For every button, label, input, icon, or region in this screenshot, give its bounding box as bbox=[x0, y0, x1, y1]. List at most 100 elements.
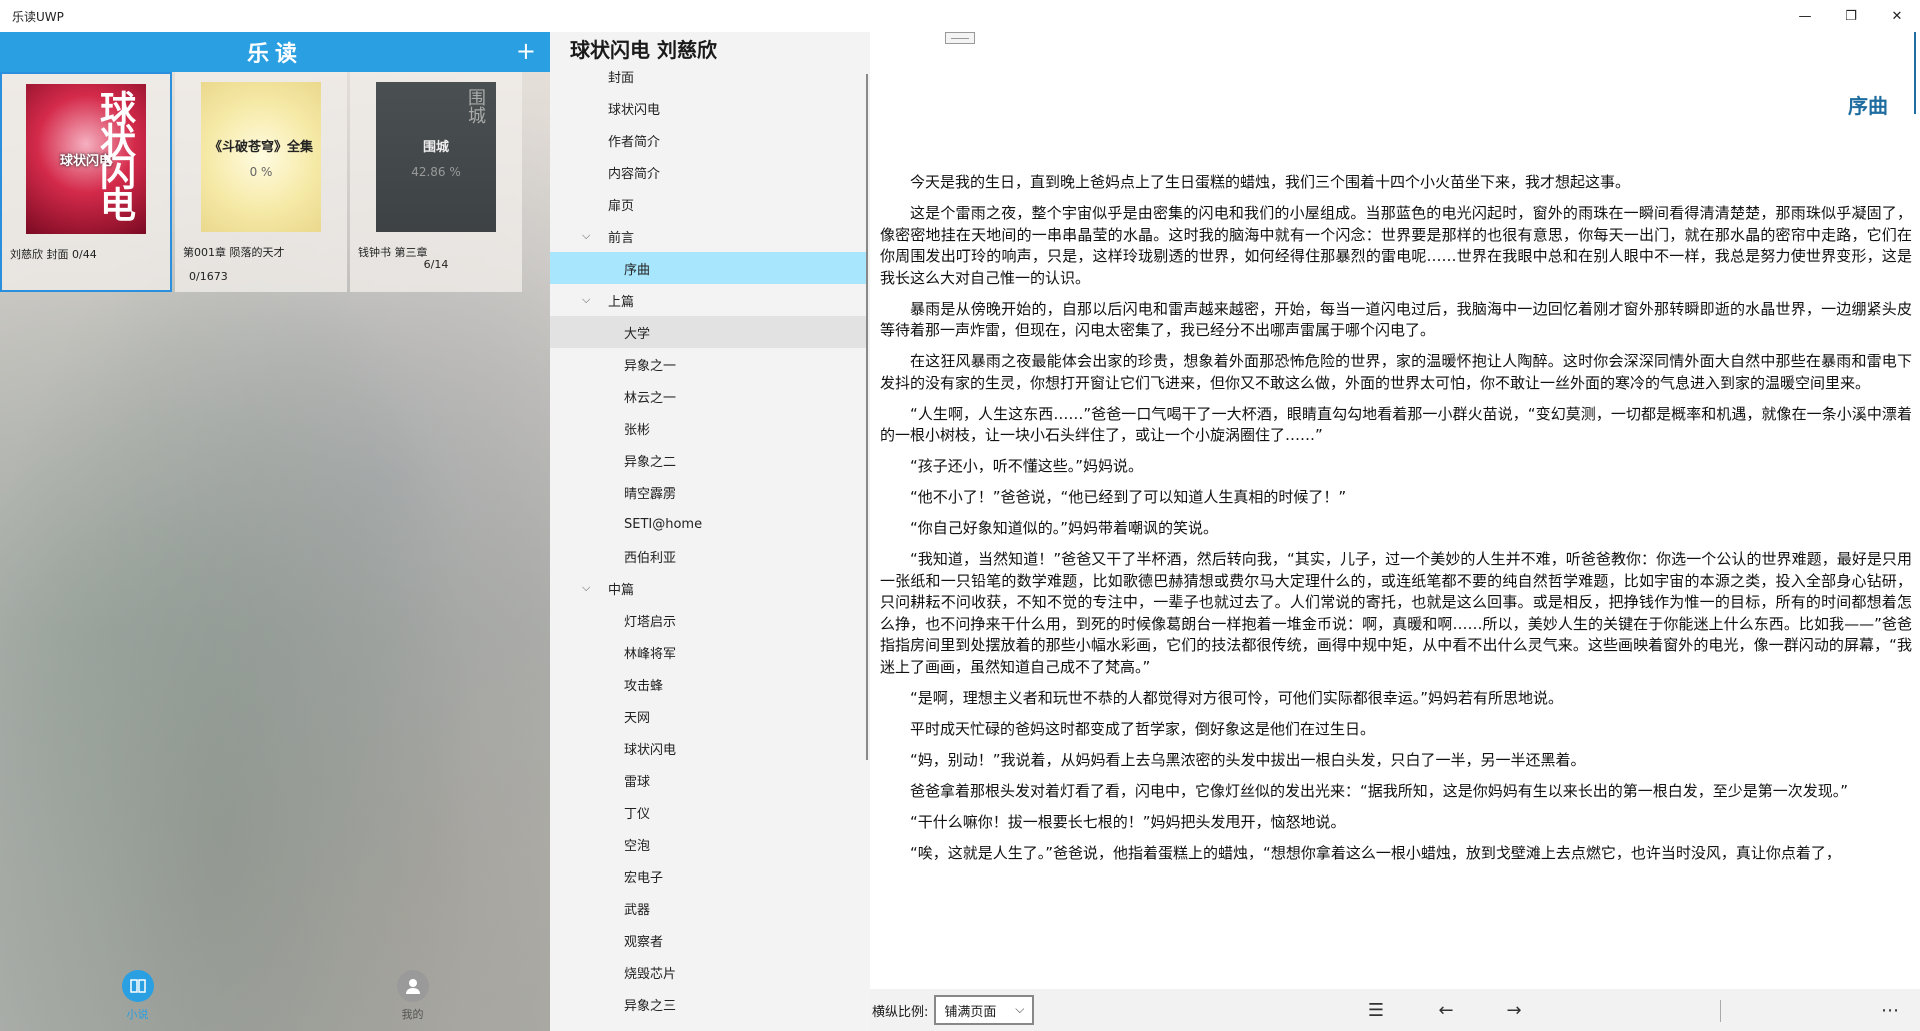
reader-pane: 序曲 今天是我的生日，直到晚上爸妈点上了生日蛋糕的蜡烛，我们三个围着十四个小火苗… bbox=[870, 32, 1920, 1031]
toc-item-label: 球状闪电 bbox=[624, 742, 677, 758]
toc-item[interactable]: 林云之一 bbox=[550, 380, 866, 412]
paragraph: 这是个雷雨之夜，整个宇宙似乎是由密集的闪电和我们的小屋组成。当那蓝色的电光闪起时… bbox=[880, 204, 1912, 287]
toc-item[interactable]: 天网 bbox=[550, 700, 866, 732]
toc-item[interactable]: 空泡 bbox=[550, 828, 866, 860]
toc-item[interactable]: 异象之二 bbox=[550, 444, 866, 476]
chevron-down-icon[interactable]: ⌵ bbox=[582, 229, 590, 243]
toc-item[interactable]: 灯塔启示 bbox=[550, 604, 866, 636]
book-cover: 围城 围城 42.86 % bbox=[376, 82, 496, 232]
toc-item-label: 宏电子 bbox=[624, 870, 664, 886]
library-header: 乐读 + bbox=[0, 32, 550, 72]
toc-item-label: 异象之二 bbox=[624, 454, 677, 470]
window-controls: — ❐ ✕ bbox=[1782, 0, 1920, 32]
toc-item-label: 张彬 bbox=[624, 422, 651, 438]
toc-item[interactable]: 异象之一 bbox=[550, 348, 866, 380]
toc-item[interactable]: 丁仪 bbox=[550, 796, 866, 828]
paragraph: 在这狂风暴雨之夜最能体会出家的珍贵，想象着外面那恐怖危险的世界，家的温暖怀抱让人… bbox=[880, 352, 1912, 392]
toc-item[interactable]: 张彬 bbox=[550, 412, 866, 444]
book-icon bbox=[121, 970, 154, 1002]
toc-item-label: 丁仪 bbox=[624, 806, 651, 822]
paragraph: 暴雨是从傍晚开始的，自那以后闪电和雷声越来越密，开始，每当一道闪电过后，我脑海中… bbox=[880, 299, 1912, 340]
nav-mine[interactable]: 我的 bbox=[275, 961, 550, 1031]
more-icon[interactable]: ⋯ bbox=[1872, 995, 1908, 1025]
aspect-ratio-label: 横纵比例: bbox=[872, 1004, 929, 1020]
bookshelf: 球状闪电 球状闪电 刘慈欣 封面 0/44 《斗破苍穹》全集 0 % 第001章… bbox=[0, 72, 525, 292]
library-title: 乐读 bbox=[246, 42, 303, 67]
toc-item-label: 序曲 bbox=[624, 262, 651, 278]
paragraph: “你自己好象知道似的。”妈妈带着嘲讽的笑说。 bbox=[910, 519, 1219, 537]
nav-label: 小说 bbox=[126, 1008, 149, 1021]
toc-item[interactable]: 雷球 bbox=[550, 764, 866, 796]
toc-item[interactable]: 内容简介 bbox=[550, 156, 866, 188]
paragraph: “我知道，当然知道！”爸爸又干了半杯酒，然后转向我，“其实，儿子，过一个美妙的人… bbox=[880, 550, 1912, 676]
nav-label: 我的 bbox=[401, 1008, 424, 1021]
toc-item-label: SETI@home bbox=[624, 516, 703, 532]
toc-item[interactable]: ⌵ 前言 bbox=[550, 220, 866, 252]
toc-item[interactable]: 武器 bbox=[550, 892, 866, 924]
cover-title: 围城 bbox=[422, 139, 449, 155]
book-progress-text: 6/14 bbox=[423, 258, 449, 271]
book-card[interactable]: 《斗破苍穹》全集 0 % 第001章 陨落的天才 0/1673 bbox=[175, 72, 347, 292]
title-bar: 乐读UWP — ❐ ✕ bbox=[0, 0, 1920, 32]
close-button[interactable]: ✕ bbox=[1874, 0, 1920, 32]
toc-item[interactable]: 烧毁芯片 bbox=[550, 956, 866, 988]
toc-item-label: 天网 bbox=[624, 710, 651, 726]
toc-item[interactable]: 宏电子 bbox=[550, 860, 866, 892]
toc-item-label: 中篇 bbox=[608, 582, 635, 598]
paragraph: 今天是我的生日，直到晚上爸妈点上了生日蛋糕的蜡烛，我们三个围着十四个小火苗坐下来… bbox=[910, 173, 1631, 191]
book-progress-text: 刘慈欣 封面 0/44 bbox=[10, 248, 97, 261]
chevron-down-icon[interactable]: ⌵ bbox=[582, 293, 590, 307]
toc-item-label: 上篇 bbox=[608, 294, 635, 310]
app-title: 乐读UWP bbox=[12, 9, 64, 24]
reader-toolbar: 横纵比例: 铺满页面 ⌵ ☰ ← → ⋯ bbox=[870, 989, 1920, 1031]
nav-novels[interactable]: 小说 bbox=[0, 961, 275, 1031]
minimize-button[interactable]: — bbox=[1782, 0, 1828, 32]
toc-item[interactable]: ⌵ 中篇 bbox=[550, 572, 866, 604]
toc-item-label: 雷球 bbox=[624, 774, 651, 790]
page-edge-line bbox=[1914, 32, 1916, 114]
aspect-ratio-value: 铺满页面 bbox=[944, 1004, 997, 1020]
paragraph: “干什么嘛你！拔一根要长七根的！”妈妈把头发甩开，恼怒地说。 bbox=[910, 812, 1346, 831]
toc-item[interactable]: 序曲 bbox=[550, 252, 866, 284]
book-card[interactable]: 围城 围城 42.86 % 钱钟书 第三章 6/14 bbox=[350, 72, 522, 292]
book-cover: 球状闪电 球状闪电 bbox=[26, 84, 146, 234]
toc-item[interactable]: 林峰将军 bbox=[550, 636, 866, 668]
toc-item[interactable]: 攻击蜂 bbox=[550, 668, 866, 700]
toc-item[interactable]: ⌵ 上篇 bbox=[550, 284, 866, 316]
aspect-ratio-select[interactable]: 铺满页面 ⌵ bbox=[934, 995, 1035, 1025]
toc-item[interactable]: 大学 bbox=[550, 316, 866, 348]
toc-item[interactable]: 异象之三 bbox=[550, 988, 866, 1020]
toc-item-label: 异象之一 bbox=[624, 358, 677, 374]
toc-item[interactable]: 作者简介 bbox=[550, 124, 866, 156]
add-book-button[interactable]: + bbox=[516, 38, 536, 64]
toc-item-label: 灯塔启示 bbox=[624, 614, 677, 630]
toc-item[interactable]: 扉页 bbox=[550, 188, 866, 220]
toc-item[interactable]: 球状闪电 bbox=[550, 732, 866, 764]
chapter-heading: 序曲 bbox=[1848, 94, 1888, 118]
library-pane: 乐读 + 球状闪电 球状闪电 刘慈欣 封面 0/44 《斗破苍穹》全集 0 % … bbox=[0, 32, 550, 1031]
next-page-icon[interactable]: → bbox=[1496, 995, 1532, 1025]
toc-item[interactable]: 球状闪电 bbox=[550, 92, 866, 124]
chevron-down-icon[interactable]: ⌵ bbox=[582, 581, 590, 595]
toc-item-label: 西伯利亚 bbox=[624, 550, 677, 566]
toc-item[interactable]: 封面 bbox=[550, 60, 866, 92]
paragraph: “孩子还小，听不懂这些。”妈妈说。 bbox=[910, 457, 1144, 475]
maximize-button[interactable]: ❐ bbox=[1828, 0, 1874, 32]
toc-item[interactable]: 晴空霹雳 bbox=[550, 476, 866, 508]
toc-item-label: 攻击蜂 bbox=[624, 678, 664, 694]
book-chapter-text: 第001章 陨落的天才 bbox=[183, 246, 285, 259]
toc-list-icon[interactable]: ☰ bbox=[1358, 995, 1394, 1025]
toc-item-label: 观察者 bbox=[624, 934, 664, 950]
chevron-down-icon: ⌵ bbox=[1015, 1002, 1025, 1016]
book-card[interactable]: 球状闪电 球状闪电 刘慈欣 封面 0/44 bbox=[0, 72, 172, 292]
toc-item-label: 晴空霹雳 bbox=[624, 486, 677, 502]
drag-handle[interactable] bbox=[945, 32, 975, 44]
prev-page-icon[interactable]: ← bbox=[1428, 995, 1464, 1025]
toc-item[interactable]: 观察者 bbox=[550, 924, 866, 956]
toc-scrollbar[interactable] bbox=[866, 74, 868, 760]
toc-item[interactable]: SETI@home bbox=[550, 508, 866, 540]
toolbar-divider bbox=[1720, 1000, 1721, 1022]
toc-item[interactable]: 西伯利亚 bbox=[550, 540, 866, 572]
toc-item-label: 烧毁芯片 bbox=[624, 966, 677, 982]
toc-item-label: 球状闪电 bbox=[608, 102, 661, 118]
